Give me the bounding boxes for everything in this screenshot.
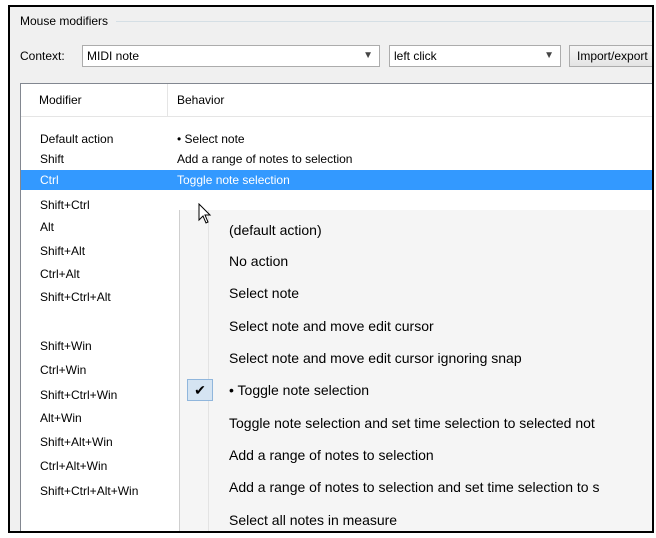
menu-item-select-all-in-measure[interactable]: Select all notes in measure <box>229 512 397 528</box>
modifier-cell[interactable]: Alt <box>40 220 54 234</box>
behavior-cell: Add a range of notes to selection <box>177 152 353 166</box>
menu-item-no-action[interactable]: No action <box>229 253 288 269</box>
menu-item-add-range[interactable]: Add a range of notes to selection <box>229 447 434 463</box>
chevron-down-icon[interactable]: ▼ <box>544 46 554 66</box>
modifier-cell[interactable]: Shift+Alt <box>40 244 85 258</box>
chevron-down-icon[interactable]: ▼ <box>363 46 373 66</box>
menu-item-add-range-set-time-selection[interactable]: Add a range of notes to selection and se… <box>229 479 599 495</box>
modifier-cell[interactable]: Shift+Ctrl+Alt+Win <box>40 484 138 498</box>
action-dropdown-value: left click <box>394 49 437 63</box>
menu-item-toggle-and-set-time-selection[interactable]: Toggle note selection and set time selec… <box>229 415 595 431</box>
context-dropdown-value: MIDI note <box>87 49 140 63</box>
table-row[interactable]: Shift Add a range of notes to selection <box>21 149 652 169</box>
group-title: Mouse modifiers <box>20 14 109 28</box>
modifier-cell[interactable]: Ctrl+Win <box>40 363 86 377</box>
modifier-cell[interactable]: Shift+Win <box>40 339 92 353</box>
mouse-modifiers-panel: Mouse modifiers Context: MIDI note ▼ lef… <box>8 5 654 533</box>
checkmark-icon: ✔ <box>187 379 213 401</box>
modifier-cell[interactable]: Ctrl+Alt <box>40 267 80 281</box>
modifier-cell: Ctrl <box>40 173 59 187</box>
column-divider[interactable] <box>167 84 168 116</box>
modifier-cell: Default action <box>40 132 114 146</box>
modifier-cell[interactable]: Shift+Ctrl+Win <box>40 388 117 402</box>
modifier-cell[interactable]: Shift+Alt+Win <box>40 435 113 449</box>
group-divider <box>116 21 652 22</box>
modifier-cell[interactable]: Shift+Ctrl+Alt <box>40 290 111 304</box>
menu-icon-gutter <box>208 210 209 531</box>
modifier-cell[interactable]: Alt+Win <box>40 411 82 425</box>
behavior-cell: Toggle note selection <box>177 173 290 187</box>
modifier-cell: Shift <box>40 152 65 166</box>
modifier-list[interactable]: Modifier Behavior Default action • Selec… <box>20 83 652 531</box>
menu-item-select-note[interactable]: Select note <box>229 285 299 301</box>
modifier-cell[interactable]: Shift+Ctrl <box>40 198 90 212</box>
modifier-cell[interactable]: Ctrl+Alt+Win <box>40 459 107 473</box>
table-row[interactable]: Default action • Select note <box>21 129 652 149</box>
column-header-modifier[interactable]: Modifier <box>39 93 82 107</box>
list-header: Modifier Behavior <box>21 84 652 117</box>
action-dropdown[interactable]: left click ▼ <box>389 45 561 67</box>
menu-item-select-note-move-cursor[interactable]: Select note and move edit cursor <box>229 318 434 334</box>
column-header-behavior[interactable]: Behavior <box>177 93 224 107</box>
import-export-button[interactable]: Import/export <box>569 45 652 67</box>
menu-item-select-note-move-cursor-ignore-snap[interactable]: Select note and move edit cursor ignorin… <box>229 350 522 366</box>
menu-item-default-action[interactable]: (default action) <box>229 222 322 238</box>
context-dropdown[interactable]: MIDI note ▼ <box>82 45 380 67</box>
table-row-selected[interactable]: Ctrl Toggle note selection <box>21 170 652 190</box>
behavior-cell: • Select note <box>177 132 245 146</box>
behavior-context-menu: (default action) No action Select note S… <box>179 210 652 531</box>
mouse-pointer-icon <box>198 203 212 224</box>
menu-item-toggle-note-selection[interactable]: • Toggle note selection <box>229 382 369 398</box>
context-label: Context: <box>20 49 65 63</box>
